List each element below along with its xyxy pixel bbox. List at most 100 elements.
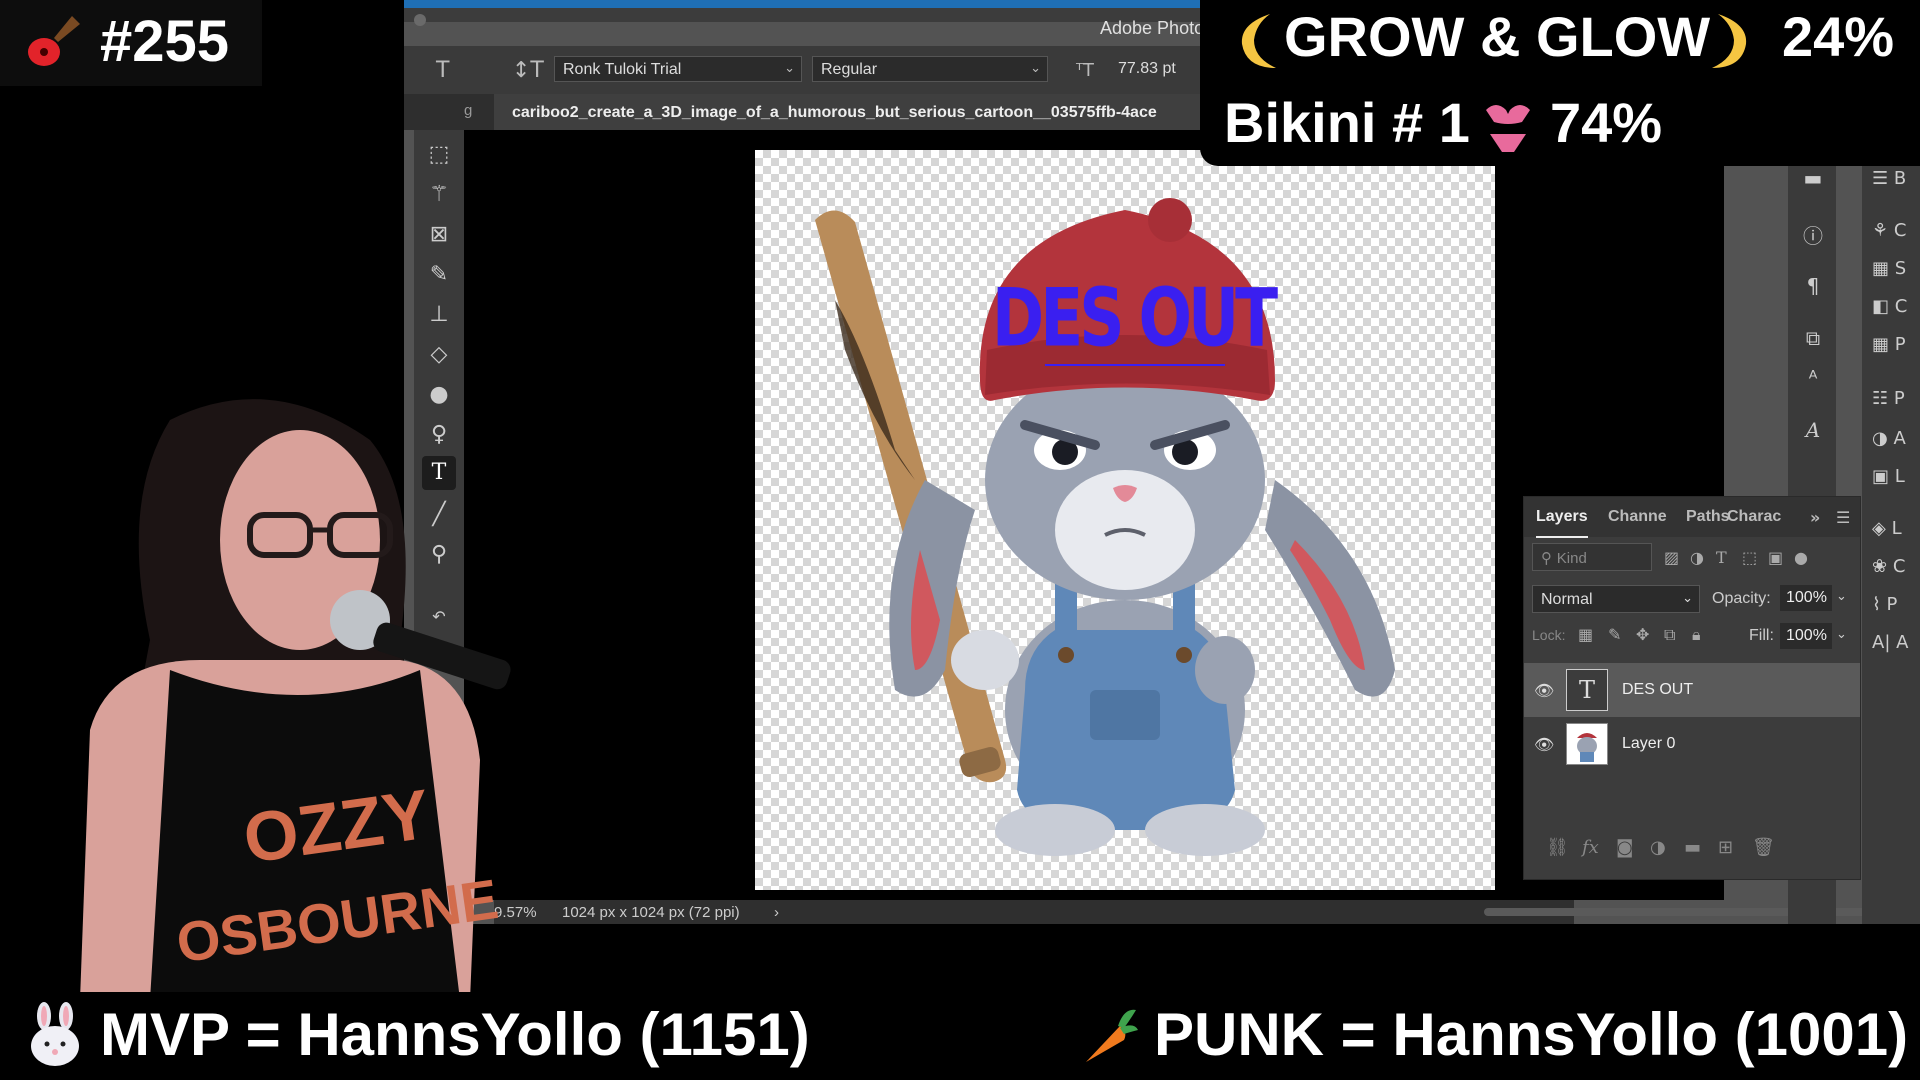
kind-filter-select[interactable]: ⚲ Kind [1532, 543, 1652, 571]
filter-pixel-icon[interactable]: ▨ [1664, 548, 1679, 567]
tab-paths[interactable]: Paths [1686, 508, 1730, 526]
filter-shape-icon[interactable]: ⬚ [1742, 548, 1757, 567]
filter-adjustment-icon[interactable]: ◑ [1690, 548, 1704, 567]
color-icon[interactable]: ⚘ C [1872, 220, 1906, 241]
guitar-icon [24, 12, 84, 85]
blend-mode-select[interactable]: Normal ⌄ [1532, 585, 1700, 613]
new-group-icon[interactable]: ▬ [1684, 837, 1701, 858]
horizontal-scrollbar[interactable] [1484, 908, 1904, 916]
tab-layers[interactable]: Layers [1536, 508, 1588, 538]
filter-smart-object-icon[interactable]: ▣ [1768, 548, 1783, 567]
marquee-tool-icon[interactable]: ⬚ [422, 138, 456, 172]
goal-percent: 24% [1782, 5, 1895, 68]
comments-icon[interactable]: ▬ [1800, 166, 1826, 192]
adjustments-icon[interactable]: ◑ A [1872, 428, 1906, 449]
channels-dock-icon[interactable]: ❀ C [1872, 556, 1905, 577]
properties-icon[interactable]: ☷ P [1872, 388, 1905, 409]
blend-mode-value: Normal [1541, 591, 1593, 608]
frame-tool-icon[interactable]: ⊠ [422, 218, 456, 252]
layers-dock-icon[interactable]: ◈ L [1872, 518, 1902, 539]
status-bar: 9.57% 1024 px x 1024 px (72 ppi) › [494, 900, 1574, 924]
chevron-down-icon[interactable]: ⌄ [1836, 589, 1847, 604]
chevron-down-icon: ⌄ [1682, 591, 1693, 606]
character-styles-icon[interactable]: A [1800, 418, 1826, 444]
character-dock-icon[interactable]: A| A [1872, 632, 1908, 653]
eraser-tool-icon[interactable]: ◇ [422, 338, 456, 372]
opacity-label: Opacity: [1712, 590, 1771, 607]
baseball-bat [815, 210, 1007, 783]
search-icon: ⚲ [1541, 549, 1557, 567]
tab-previous-document[interactable]: g [464, 102, 472, 119]
font-size-value: 77.83 pt [1118, 60, 1176, 77]
fill-field[interactable]: 100% [1780, 623, 1832, 649]
new-layer-icon[interactable]: ⊞ [1718, 837, 1733, 858]
chevron-down-icon: ⌄ [784, 61, 795, 76]
moon-right-icon [1704, 10, 1752, 76]
paths-dock-icon[interactable]: ⌇ P [1872, 594, 1897, 615]
window-close-button[interactable] [414, 14, 426, 26]
add-mask-icon[interactable]: ◙ [1616, 837, 1633, 858]
layer-name: DES OUT [1622, 681, 1694, 698]
canvas-text-layer: DES OUT [992, 271, 1278, 365]
paragraph-icon[interactable]: ¶ [1800, 274, 1826, 300]
lock-artboard-icon[interactable]: ⧉ [1664, 625, 1675, 645]
punk-text: PUNK = HannsYollo (1001) [1154, 1001, 1909, 1068]
magic-wand-tool-icon[interactable]: ⚚ [422, 178, 456, 212]
counter-text: #255 [100, 9, 230, 74]
text-orientation-icon[interactable]: ↕T [512, 58, 544, 83]
link-layers-icon[interactable]: ⛓︎ [1546, 837, 1569, 858]
libraries-icon[interactable]: ▣ L [1872, 466, 1905, 487]
bikini-icon [1482, 96, 1534, 160]
moon-left-icon [1236, 10, 1284, 76]
healing-brush-tool-icon[interactable]: ✎ [422, 258, 456, 292]
lock-position-icon[interactable]: ✥ [1636, 625, 1649, 644]
glyphs-icon[interactable]: ᴬ [1800, 366, 1826, 392]
webcam-feed: OZZY OSBOURNE [0, 380, 540, 1000]
layer-filter-bar: ⚲ Kind ▨ ◑ T ⬚ ▣ ● [1532, 543, 1852, 571]
lock-transparent-icon[interactable]: ▦ [1578, 625, 1593, 644]
panel-expand-icon[interactable]: » [1810, 508, 1820, 527]
gradients-icon[interactable]: ◧ C [1872, 296, 1907, 317]
tab-channels[interactable]: Channe [1608, 508, 1667, 526]
layers-panel: Layers Channe Paths Charac » ☰ ⚲ Kind ▨ … [1523, 496, 1861, 880]
visibility-eye-icon[interactable]: 👁︎ [1534, 681, 1554, 700]
bikini-goal-percent: 74% [1550, 91, 1663, 154]
tab-character[interactable]: Charac [1727, 508, 1781, 526]
layer-row-des-out[interactable]: 👁︎ T DES OUT [1524, 663, 1860, 717]
lock-label: Lock: [1532, 627, 1566, 643]
status-menu-arrow[interactable]: › [774, 904, 779, 921]
layers-panel-tabs: Layers Channe Paths Charac » ☰ [1524, 497, 1860, 538]
layers-bottom-bar: ⛓︎ fx ◙ ◑ ▬ ⊞ 🗑︎ [1524, 827, 1860, 867]
filter-type-icon[interactable]: T [1716, 548, 1727, 567]
layer-row-layer-0[interactable]: 👁︎ Layer 0 [1524, 717, 1860, 771]
brush-settings-icon[interactable]: ☰ B [1872, 168, 1906, 189]
goal-overlay: GROW & GLOW 24% Bikini # 1 74% [1200, 0, 1920, 166]
type-tool-preset-icon[interactable]: T [436, 58, 449, 83]
opacity-field[interactable]: 100% [1780, 585, 1832, 611]
info-icon[interactable]: ⓘ [1800, 220, 1826, 248]
bunny-artwork: DES OUT [815, 198, 1395, 856]
chevron-down-icon[interactable]: ⌄ [1836, 627, 1847, 642]
patterns-icon[interactable]: ▦ P [1872, 334, 1906, 355]
chevron-down-icon: ⌄ [1030, 61, 1041, 76]
lock-all-icon[interactable]: 🔒︎ [1692, 625, 1701, 645]
filter-toggle-icon[interactable]: ● [1794, 548, 1808, 567]
fx-icon[interactable]: fx [1582, 837, 1599, 858]
mvp-banner: MVP = HannsYollo (1151) [0, 992, 820, 1080]
font-family-select[interactable]: Ronk Tuloki Trial ⌄ [554, 56, 802, 82]
panel-dock-labels: ☰ B ⚘ C ▦ S ◧ C ▦ P ☷ P ◑ A ▣ L ◈ L ❀ C … [1862, 160, 1920, 924]
font-size-icon: ᵀT [1076, 60, 1094, 81]
font-size-field[interactable]: 77.83 pt [1110, 56, 1202, 82]
document-canvas[interactable]: DES OUT [755, 150, 1495, 890]
goal-title: GROW & GLOW [1284, 5, 1711, 68]
stamp-tool-icon[interactable]: ⊥ [422, 298, 456, 332]
clone-source-icon[interactable]: ⧉ [1800, 326, 1826, 352]
font-style-select[interactable]: Regular ⌄ [812, 56, 1048, 82]
image-layer-thumb-icon [1566, 723, 1608, 765]
swatches-icon[interactable]: ▦ S [1872, 258, 1906, 279]
delete-layer-icon[interactable]: 🗑︎ [1752, 837, 1775, 858]
panel-menu-icon[interactable]: ☰ [1836, 508, 1850, 527]
lock-pixels-icon[interactable]: ✎ [1608, 625, 1621, 644]
visibility-eye-icon[interactable]: 👁︎ [1534, 735, 1554, 754]
new-adjustment-icon[interactable]: ◑ [1650, 837, 1666, 858]
